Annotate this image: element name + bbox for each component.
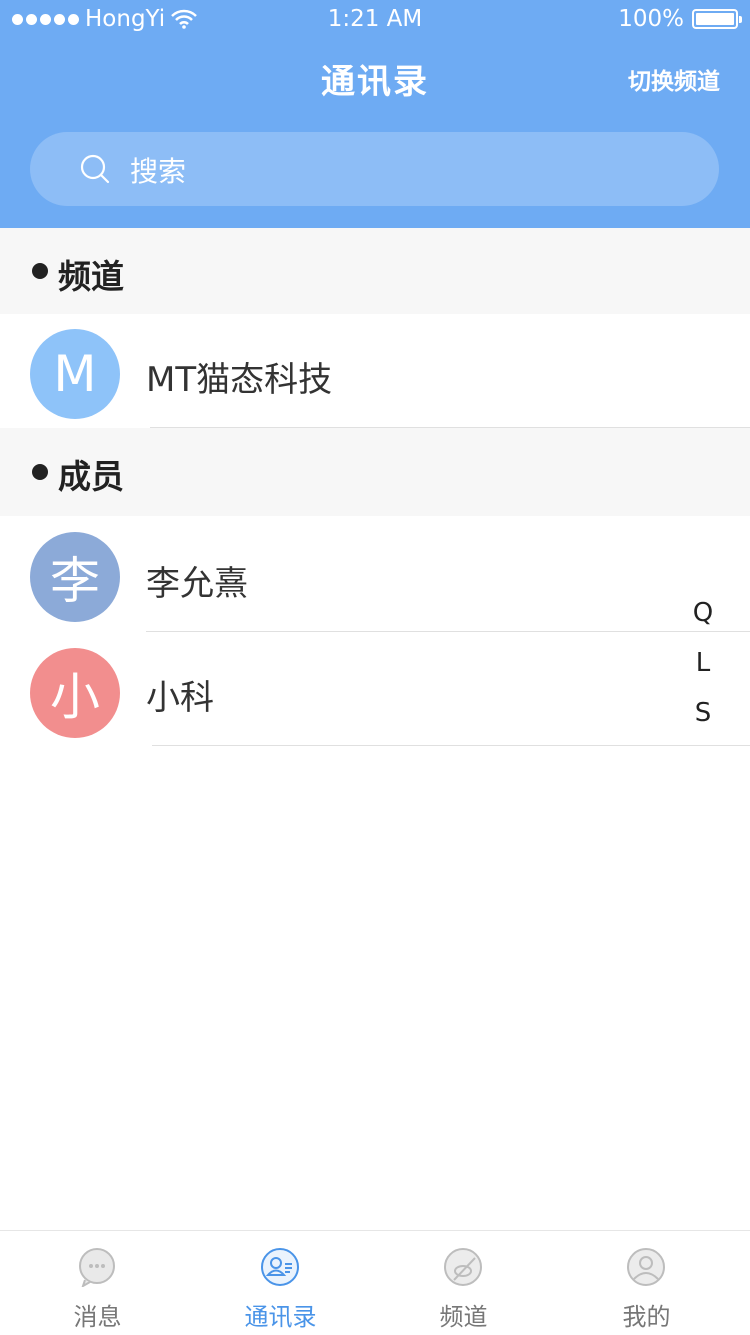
contact-row-member[interactable]: 小 小科 <box>0 632 750 746</box>
index-letter[interactable]: Q <box>688 588 718 638</box>
tab-label: 通讯录 <box>244 1303 317 1331</box>
profile-icon <box>627 1248 665 1286</box>
bullet-icon <box>32 263 48 279</box>
bullet-icon <box>32 464 48 480</box>
switch-channel-button[interactable]: 切换频道 <box>628 62 720 96</box>
tab-contacts[interactable]: 通讯录 <box>187 1231 374 1335</box>
contact-name: MT猫态科技 <box>146 360 333 400</box>
section-title: 频道 <box>58 257 124 296</box>
tab-bar: 消息 通讯录 频道 我的 <box>0 1230 750 1335</box>
avatar: 李 <box>30 532 120 622</box>
contact-row-channel[interactable]: M MT猫态科技 <box>0 314 750 428</box>
battery-icon <box>692 9 742 29</box>
header: HongYi 1:21 AM 100% 通讯录 切换频道 搜索 <box>0 0 750 228</box>
tab-channels[interactable]: 频道 <box>370 1231 557 1335</box>
battery-percent: 100% <box>618 6 684 32</box>
search-icon <box>80 154 110 184</box>
contact-row-member[interactable]: 李 李允熹 <box>0 516 750 632</box>
section-header-channels: 频道 <box>0 228 750 314</box>
message-icon <box>79 1248 115 1287</box>
channel-icon <box>444 1248 482 1286</box>
contact-name: 李允熹 <box>146 564 248 604</box>
search-input[interactable]: 搜索 <box>130 150 186 190</box>
index-letter[interactable]: S <box>688 688 718 738</box>
status-bar: HongYi 1:21 AM 100% <box>0 0 750 40</box>
tab-label: 我的 <box>622 1303 671 1331</box>
divider <box>152 745 750 746</box>
section-header-members: 成员 <box>0 428 750 516</box>
section-title: 成员 <box>58 457 124 496</box>
tab-label: 消息 <box>73 1303 122 1331</box>
tab-messages[interactable]: 消息 <box>4 1231 191 1335</box>
search-bar[interactable]: 搜索 <box>30 132 719 206</box>
tab-profile[interactable]: 我的 <box>553 1231 740 1335</box>
avatar: 小 <box>30 648 120 738</box>
avatar: M <box>30 329 120 419</box>
contacts-icon <box>261 1248 299 1286</box>
alphabet-index[interactable]: Q L S <box>688 588 718 738</box>
index-letter[interactable]: L <box>688 638 718 688</box>
contact-name: 小科 <box>146 678 214 718</box>
tab-label: 频道 <box>439 1303 488 1331</box>
status-right: 100% <box>618 6 742 32</box>
